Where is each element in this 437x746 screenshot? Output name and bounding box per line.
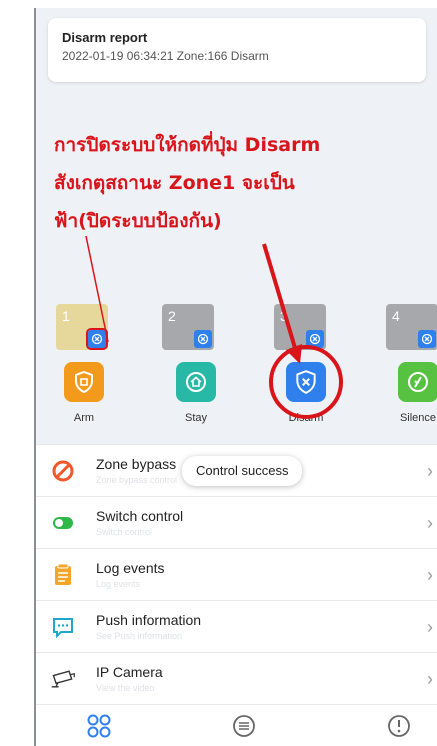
chevron-right-icon: › — [427, 669, 433, 689]
chevron-right-icon: › — [427, 565, 433, 585]
menu-title: IP Camera — [96, 664, 163, 680]
zone-number: 1 — [62, 308, 70, 324]
menu-title: Zone bypass — [96, 456, 177, 472]
bottom-tab-bar — [36, 704, 437, 746]
info-icon[interactable] — [384, 711, 414, 741]
instruction-annotation: การปิดระบบให้กดที่ปุ่ม Disarm สังเกตุสถา… — [54, 126, 434, 240]
chevron-right-icon: › — [427, 461, 433, 481]
toast-message: Control success — [182, 456, 303, 486]
arm-button[interactable]: Arm — [44, 362, 124, 424]
menu-title: Push information — [96, 612, 202, 628]
silence-label: Silence — [399, 412, 437, 424]
annotation-line-1: การปิดระบบให้กดที่ปุ่ม Disarm — [54, 134, 321, 156]
menu-subtitle: See Push information — [96, 631, 183, 641]
zone-tile-4[interactable]: 4 — [386, 304, 437, 350]
menu-item-switch-control[interactable]: Switch control Switch control › — [36, 496, 437, 548]
silence-button[interactable]: Silence — [378, 362, 437, 424]
annotation-line-3: ฟ้า(ปิดระบบป้องกัน) — [54, 210, 222, 232]
disarmed-shield-icon — [194, 330, 212, 348]
menu-title: Log events — [96, 560, 165, 576]
stay-button[interactable]: Stay — [156, 362, 236, 424]
chevron-right-icon: › — [427, 617, 433, 637]
disarmed-shield-icon — [86, 328, 108, 350]
zone-tile-3[interactable]: 3 — [274, 304, 326, 350]
disarm-highlight-circle — [269, 345, 343, 419]
bypass-icon — [50, 458, 76, 484]
stay-house-icon — [176, 362, 216, 402]
message-icon — [50, 614, 76, 640]
zone-number: 3 — [280, 308, 288, 324]
app-screen: Disarm report 2022-01-19 06:34:21 Zone:1… — [34, 8, 437, 746]
silence-icon — [398, 362, 437, 402]
list-icon[interactable] — [229, 711, 259, 741]
disarm-report-card[interactable]: Disarm report 2022-01-19 06:34:21 Zone:1… — [48, 18, 426, 82]
report-title: Disarm report — [62, 30, 148, 45]
menu-subtitle: Log events — [96, 579, 141, 589]
menu-item-push-information[interactable]: Push information See Push information › — [36, 600, 437, 652]
zone-number: 4 — [392, 308, 400, 324]
zone-number: 2 — [168, 308, 176, 324]
menu-subtitle: Zone bypass control — [96, 475, 178, 485]
arm-label: Arm — [73, 412, 95, 424]
menu-subtitle: Switch control — [96, 527, 153, 537]
report-detail: 2022-01-19 06:34:21 Zone:166 Disarm — [62, 49, 269, 63]
menu-item-log-events[interactable]: Log events Log events › — [36, 548, 437, 600]
chevron-right-icon: › — [427, 513, 433, 533]
menu-subtitle: View the video — [96, 683, 155, 693]
toggle-icon — [50, 510, 76, 536]
log-icon — [50, 562, 76, 588]
home-grid-icon[interactable] — [84, 711, 114, 741]
camera-icon — [50, 666, 76, 692]
annotation-line-2: สังเกตุสถานะ Zone1 จะเป็น — [54, 172, 295, 194]
stay-label: Stay — [184, 412, 207, 424]
action-row: Arm Stay Disarm Silence — [36, 362, 437, 442]
arm-shield-icon — [64, 362, 104, 402]
zone-tile-2[interactable]: 2 — [162, 304, 214, 350]
disarmed-shield-icon — [418, 330, 436, 348]
menu-title: Switch control — [96, 508, 184, 524]
menu-item-ip-camera[interactable]: IP Camera View the video › — [36, 652, 437, 704]
zone-tile-1[interactable]: 1 — [56, 304, 108, 350]
zone-row: 1 2 3 4 — [36, 304, 437, 356]
